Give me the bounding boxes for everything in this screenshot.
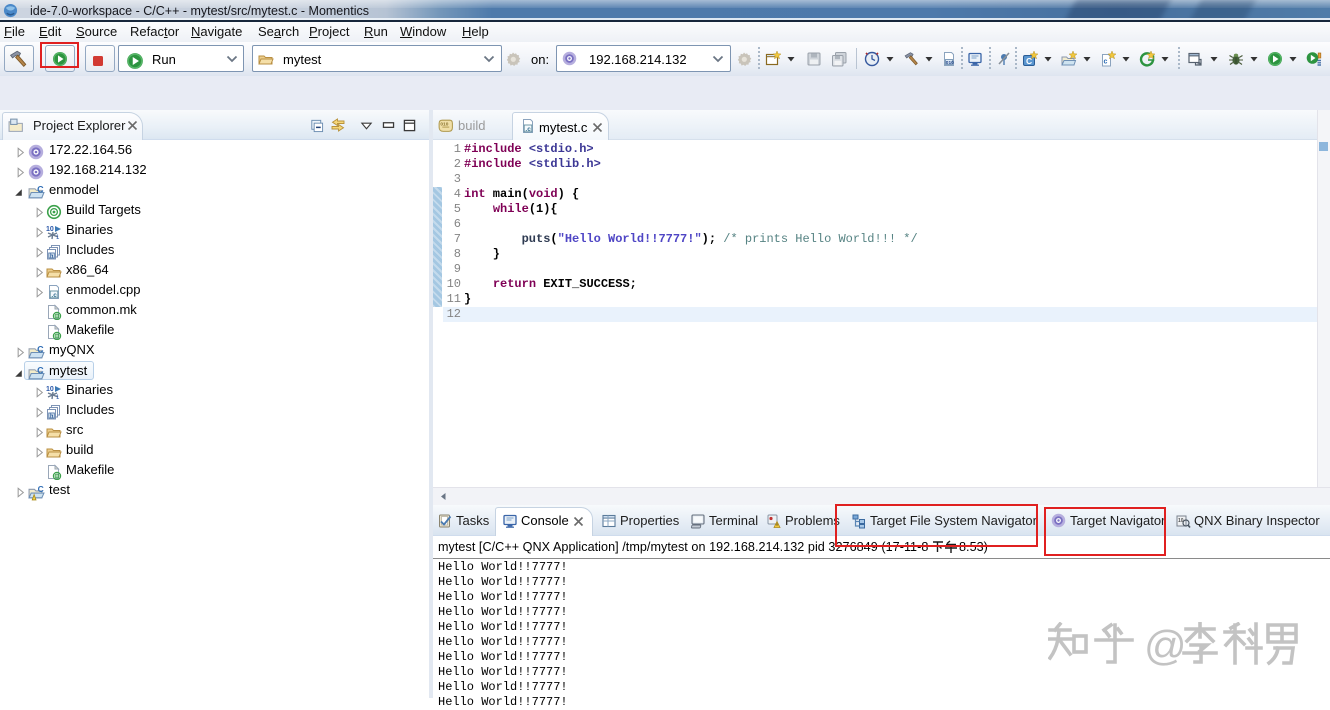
svg-text:@: @: [1144, 622, 1187, 668]
